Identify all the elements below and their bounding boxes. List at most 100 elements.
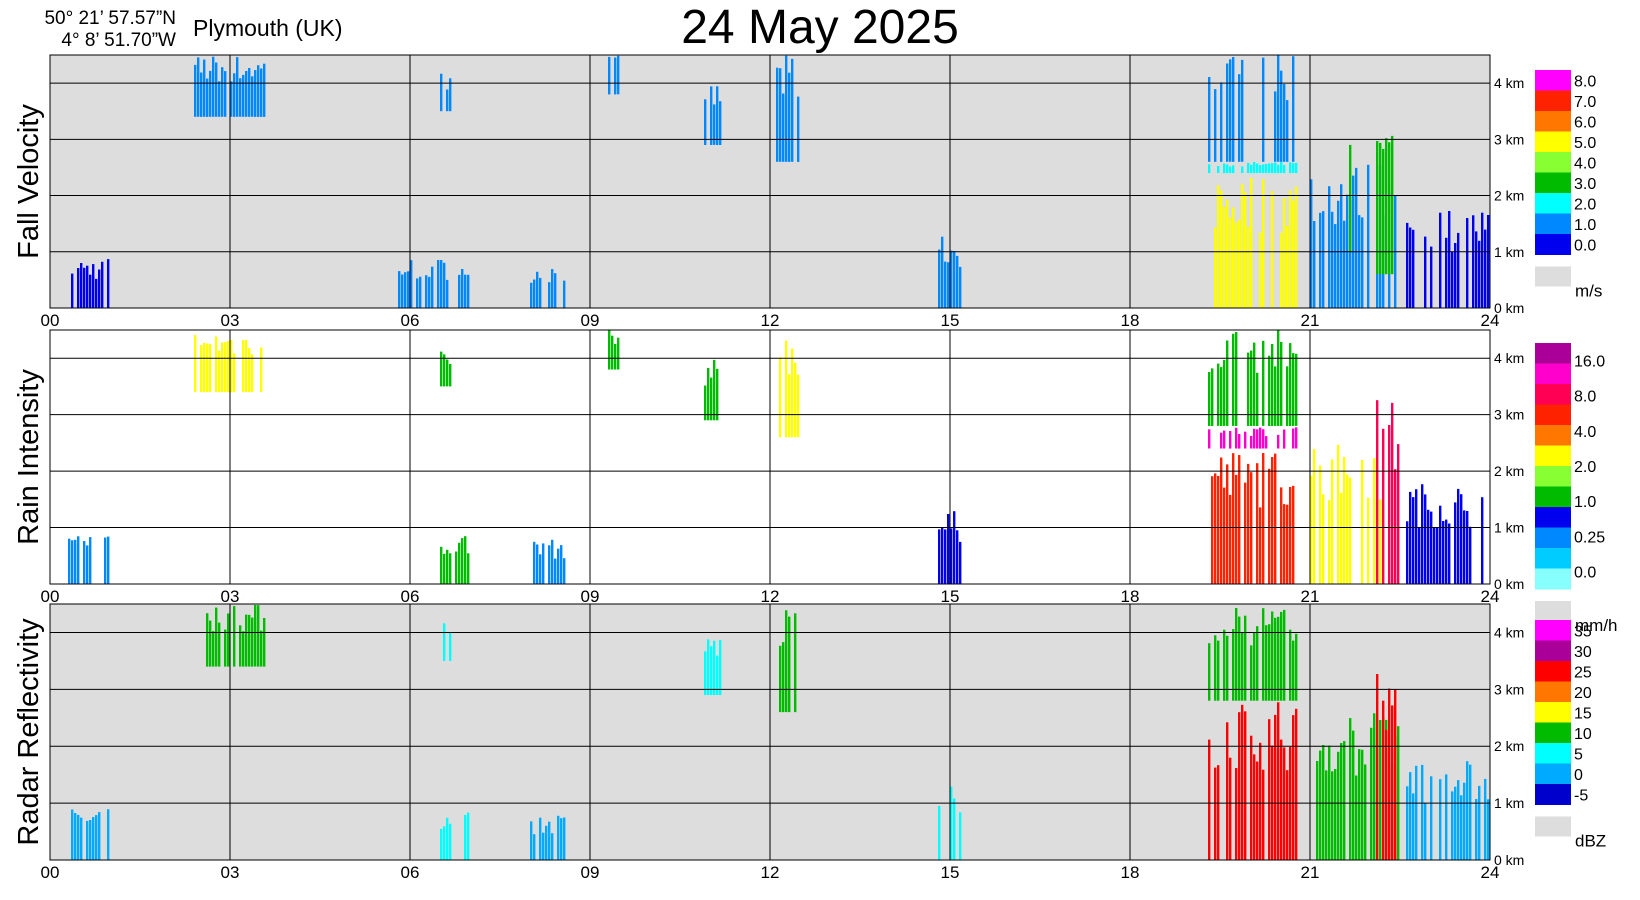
echo-strip [1208, 429, 1211, 449]
legend-label: 5.0 [1574, 135, 1596, 152]
x-tick-label: 15 [941, 311, 960, 330]
echo-strip [1226, 199, 1229, 308]
echo-strip [797, 96, 800, 162]
echo-strip [1211, 368, 1214, 426]
echo-strip [1313, 449, 1316, 584]
echo-strip [1343, 220, 1346, 308]
echo-strip [1295, 186, 1298, 308]
echo-strip [1268, 163, 1271, 173]
echo-strip [1331, 771, 1334, 860]
echo-strip [785, 55, 788, 162]
echo-strip [1361, 749, 1364, 860]
echo-strip [1238, 434, 1241, 449]
legend-swatch [1535, 445, 1571, 467]
echo-strip [1460, 795, 1463, 860]
echo-strip [1355, 775, 1358, 860]
echo-strip [1271, 344, 1274, 426]
echo-strip [1382, 700, 1385, 860]
echo-strip [1487, 215, 1490, 308]
echo-strip [1286, 100, 1289, 162]
echo-strip [221, 67, 224, 117]
legend-swatch [1535, 527, 1571, 549]
echo-strip [1280, 487, 1283, 584]
echo-strip [1358, 215, 1361, 308]
echo-strip [1430, 246, 1433, 308]
echo-strip [614, 57, 617, 95]
echo-strip [200, 72, 203, 117]
echo-strip [779, 357, 782, 438]
echo-strip [1427, 509, 1430, 584]
echo-strip [1223, 629, 1226, 701]
echo-strip [77, 268, 80, 308]
echo-strip [1439, 505, 1442, 584]
echo-strip [83, 541, 86, 584]
echo-strip [1259, 507, 1262, 584]
legend-swatch [1535, 234, 1571, 255]
legend-nodata-swatch [1535, 266, 1571, 287]
echo-strip [206, 78, 209, 117]
y-tick-label: 4 km [1494, 350, 1524, 366]
echo-strip [956, 530, 959, 584]
echo-strip [938, 529, 941, 584]
echo-strip [1277, 164, 1280, 174]
legend-swatch [1535, 640, 1571, 662]
y-tick-label: 1 km [1494, 244, 1524, 260]
echo-strip [1472, 215, 1475, 308]
echo-strip [1268, 355, 1271, 426]
legend-swatch [1535, 70, 1571, 91]
echo-strip [242, 631, 245, 667]
echo-strip [542, 543, 545, 584]
echo-strip [1229, 494, 1232, 584]
echo-strip [428, 276, 431, 308]
echo-strip [1358, 749, 1361, 860]
echo-strip [1418, 528, 1421, 584]
echo-strip [1412, 229, 1415, 308]
echo-strip [1283, 504, 1286, 584]
y-tick-label: 4 km [1494, 75, 1524, 91]
echo-strip [1415, 489, 1418, 584]
echo-strip [74, 539, 77, 584]
echo-strip [704, 651, 707, 695]
x-tick-label: 06 [401, 863, 420, 882]
echo-strip [782, 93, 785, 162]
echo-strip [1316, 761, 1319, 860]
legend-label: 6.0 [1574, 114, 1596, 131]
y-tick-label: 1 km [1494, 520, 1524, 536]
echo-strip [1259, 232, 1262, 308]
echo-strip [1433, 527, 1436, 584]
echo-strip [1223, 430, 1226, 449]
echo-1-14 [1349, 144, 1352, 252]
echo-strip [1217, 185, 1220, 308]
echo-strip [224, 629, 227, 667]
echo-strip [1241, 166, 1244, 173]
echo-strip [1256, 463, 1259, 584]
legend-label: 25 [1574, 664, 1592, 681]
echo-strip [1262, 769, 1265, 860]
legend-swatch [1535, 743, 1571, 764]
echo-strip [1223, 487, 1226, 584]
echo-strip [443, 354, 446, 387]
echo-strip [785, 340, 788, 438]
echo-strip [1283, 609, 1286, 701]
echo-strip [1295, 633, 1298, 701]
echo-strip [1325, 770, 1328, 860]
echo-strip [1244, 615, 1247, 701]
echo-strip [212, 631, 215, 667]
x-tick-label: 06 [401, 311, 420, 330]
echo-strip [1292, 428, 1295, 449]
echo-strip [449, 553, 452, 584]
echo-strip [1442, 521, 1445, 584]
x-tick-label: 03 [221, 587, 240, 606]
echo-strip [248, 68, 251, 117]
echo-strip [419, 276, 422, 308]
echo-strip [86, 265, 89, 308]
echo-strip [1277, 434, 1280, 449]
echo-strip [1337, 200, 1340, 308]
x-tick-label: 15 [941, 587, 960, 606]
echo-strip [1367, 497, 1370, 584]
echo-strip [1439, 212, 1442, 308]
echo-strip [545, 825, 548, 860]
y-tick-label: 0 km [1494, 576, 1524, 592]
x-tick-label: 18 [1121, 311, 1140, 330]
echo-strip [788, 72, 791, 162]
